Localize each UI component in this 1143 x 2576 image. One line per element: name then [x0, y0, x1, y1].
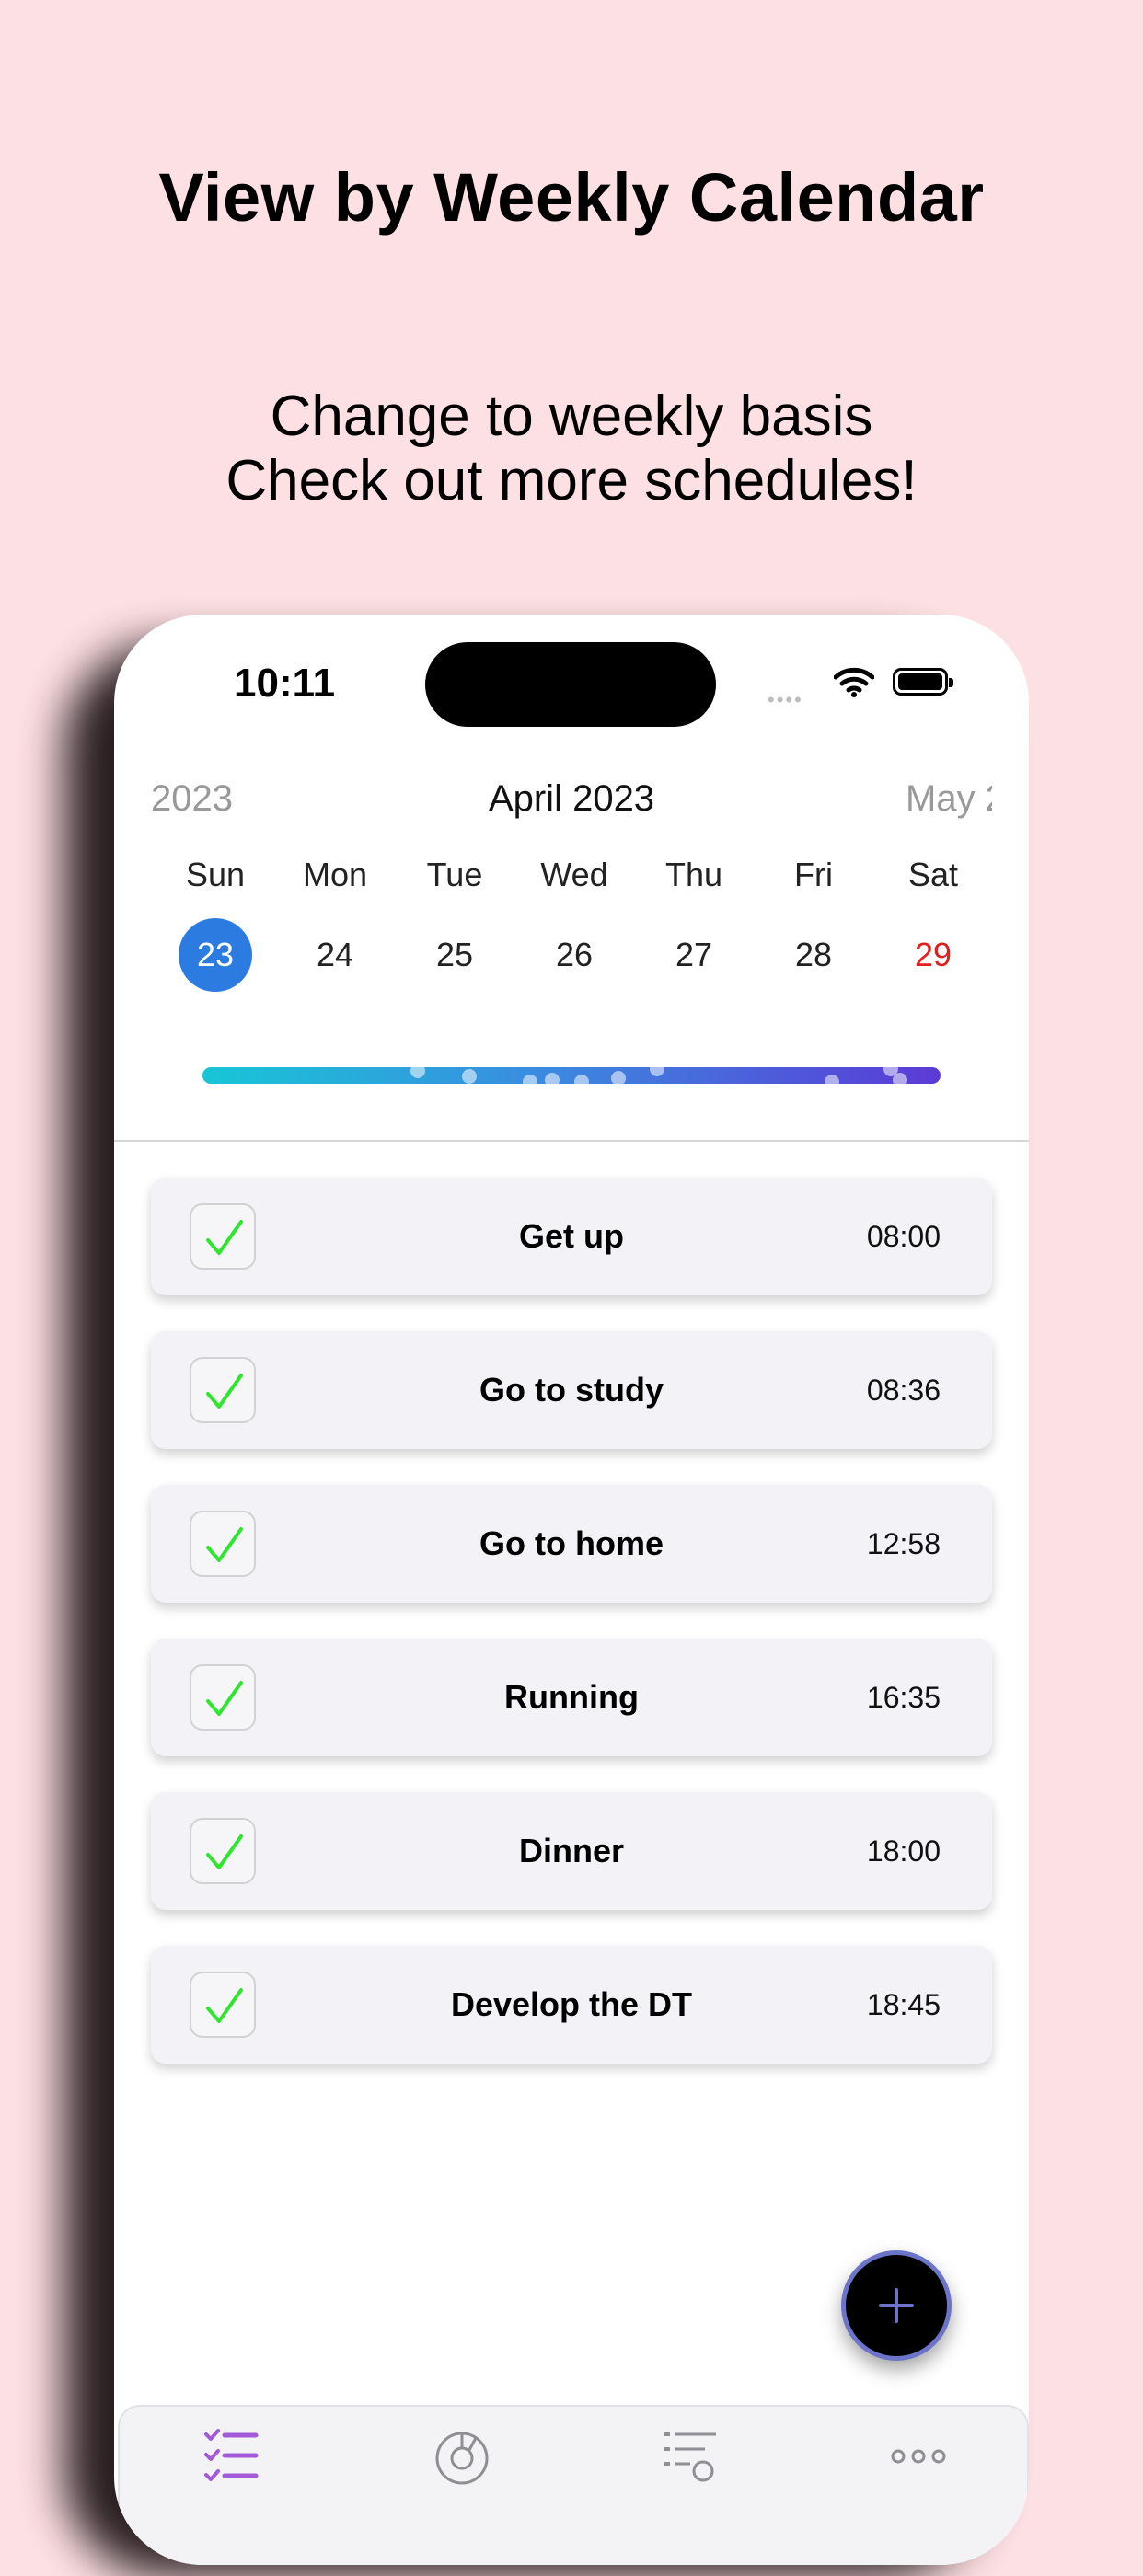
- task-item[interactable]: Get up 08:00: [151, 1178, 992, 1295]
- task-time: 08:00: [866, 1220, 941, 1253]
- signal-icon: ••••: [768, 688, 803, 711]
- checklist-icon[interactable]: [202, 2427, 261, 2486]
- weekday-label: Mon: [302, 856, 368, 893]
- tab-bar: [118, 2405, 1029, 2565]
- promo-subline-1: Change to weekly basis: [270, 385, 873, 448]
- more-icon[interactable]: [889, 2427, 948, 2486]
- task-title: Dinner: [518, 1832, 624, 1869]
- weekday-label: Sat: [907, 856, 959, 893]
- weekday-label: Sun: [185, 856, 246, 893]
- phone-screen: 10:11 •••• 2023 April 2023 May 2 Sun Mon…: [114, 615, 1029, 2565]
- task-time: 08:36: [866, 1374, 941, 1407]
- day-cell[interactable]: 27: [648, 918, 740, 992]
- chart-icon[interactable]: [433, 2427, 491, 2486]
- day-cell[interactable]: 28: [768, 918, 860, 992]
- day-cell-saturday[interactable]: 29: [887, 918, 979, 992]
- task-title: Running: [504, 1678, 639, 1716]
- divider: [114, 1140, 1029, 1142]
- day-cell[interactable]: 26: [528, 918, 620, 992]
- status-time: 10:11: [234, 661, 336, 706]
- daily-progress-bar: [202, 1067, 941, 1084]
- task-item[interactable]: Develop the DT 18:45: [151, 1946, 992, 2064]
- task-title: Go to study: [479, 1371, 664, 1409]
- add-task-button[interactable]: [841, 2250, 952, 2361]
- task-item[interactable]: Go to home 12:58: [151, 1485, 992, 1603]
- weekday-label: Wed: [540, 856, 608, 893]
- next-month[interactable]: May 2: [906, 778, 992, 820]
- task-time: 16:35: [866, 1681, 941, 1714]
- task-title: Develop the DT: [450, 1985, 693, 2023]
- promo-headline: View by Weekly Calendar: [158, 159, 985, 236]
- day-cell[interactable]: 24: [289, 918, 381, 992]
- task-item[interactable]: Running 16:35: [151, 1639, 992, 1756]
- weekday-label: Fri: [794, 856, 833, 893]
- task-time: 18:45: [866, 1988, 941, 2021]
- task-time: 12:58: [866, 1527, 941, 1560]
- wifi-icon: [834, 667, 874, 697]
- task-title: Get up: [519, 1217, 624, 1255]
- dynamic-island: [425, 642, 716, 727]
- task-item[interactable]: Dinner 18:00: [151, 1792, 992, 1910]
- month-selector: 2023 April 2023 May 2: [114, 778, 1029, 834]
- weekday-label: Tue: [426, 856, 483, 893]
- battery-icon: [893, 668, 953, 696]
- weekday-label: Thu: [664, 856, 723, 893]
- task-title: Go to home: [479, 1524, 664, 1562]
- task-time: 18:00: [866, 1834, 941, 1868]
- day-cell-selected[interactable]: 23: [169, 918, 261, 992]
- task-item[interactable]: Go to study 08:36: [151, 1331, 992, 1449]
- day-cell[interactable]: 25: [409, 918, 501, 992]
- promo-subline-2: Check out more schedules!: [225, 449, 918, 512]
- plus-icon: [879, 2288, 914, 2323]
- current-month: April 2023: [488, 778, 655, 819]
- list-search-icon[interactable]: [663, 2427, 722, 2486]
